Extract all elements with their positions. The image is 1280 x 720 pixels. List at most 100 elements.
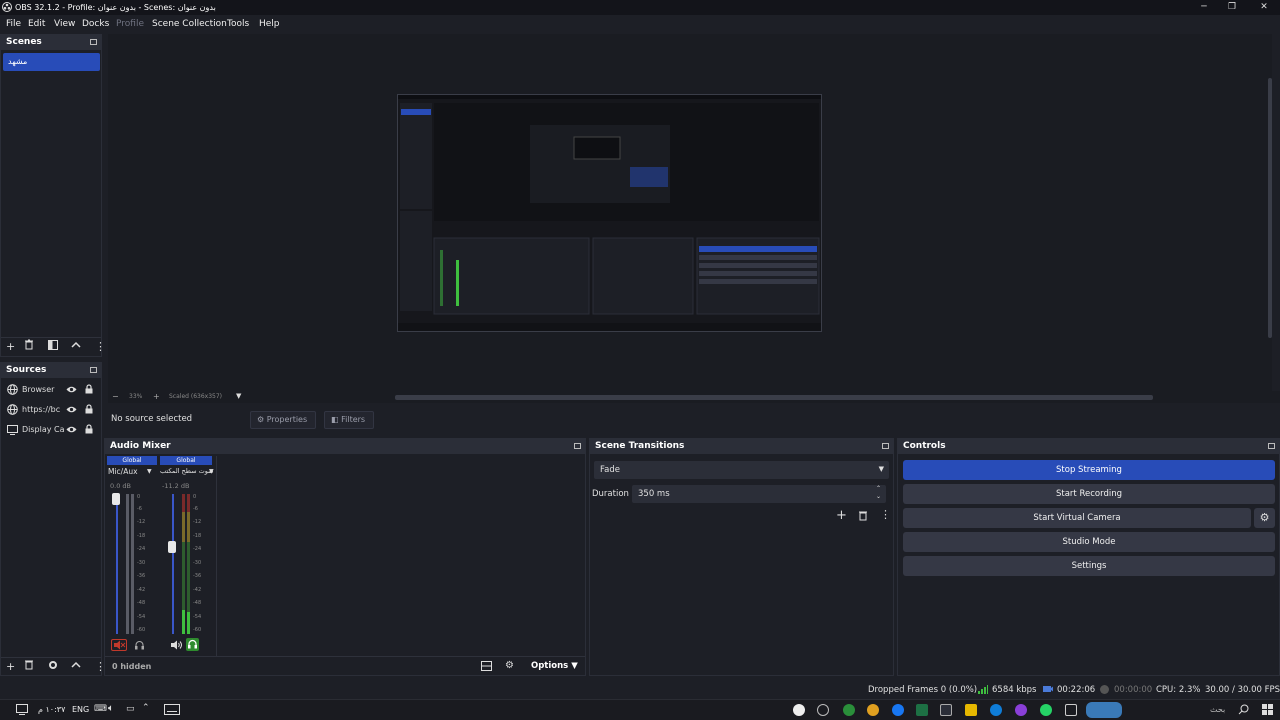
- edge-icon[interactable]: [990, 704, 1002, 716]
- studio-mode-button[interactable]: Studio Mode: [903, 532, 1275, 552]
- chevron-down-icon[interactable]: ▼: [209, 468, 214, 475]
- search-icon[interactable]: [1238, 704, 1249, 715]
- chrome-canary-icon[interactable]: [867, 704, 879, 716]
- obs-taskbar-icon[interactable]: [817, 704, 829, 716]
- channel-name[interactable]: صوت سطح المكتب: [160, 467, 214, 475]
- windows-taskbar: ١٠:٣٧ م ENG ⌨ 🔈︎ ▭ ⌃ بحث: [0, 699, 1280, 720]
- volume-slider-track[interactable]: [116, 494, 118, 634]
- eye-icon[interactable]: [66, 425, 77, 434]
- move-up-icon[interactable]: [71, 660, 81, 670]
- source-item[interactable]: Browser: [1, 381, 101, 399]
- widgets-icon[interactable]: [1086, 702, 1122, 718]
- lock-icon[interactable]: [85, 384, 93, 394]
- battery-icon[interactable]: ▭: [126, 704, 135, 714]
- record-time: 00:00:00: [1114, 685, 1153, 695]
- remove-source-icon[interactable]: [24, 659, 34, 670]
- chevron-up-icon[interactable]: ⌃: [142, 703, 150, 713]
- meter-scale: 0 -6 -12 -18 -24 -30 -36 -42 -48 -54 -60: [193, 494, 202, 633]
- lock-icon[interactable]: [85, 424, 93, 434]
- scene-item[interactable]: مشهد: [3, 53, 100, 71]
- notification-icon[interactable]: [16, 704, 28, 715]
- clock[interactable]: ١٠:٣٧ م: [38, 705, 65, 714]
- layout-toggle-icon[interactable]: [481, 661, 492, 671]
- close-button[interactable]: ✕: [1256, 1, 1272, 14]
- channel-name[interactable]: Mic/Aux: [108, 467, 138, 476]
- menu-view[interactable]: View: [54, 19, 75, 29]
- undock-icon[interactable]: [90, 367, 97, 373]
- menu-docks[interactable]: Docks: [82, 19, 109, 29]
- menu-help[interactable]: Help: [259, 19, 280, 29]
- remove-scene-icon[interactable]: [24, 339, 34, 350]
- store-icon[interactable]: [940, 704, 952, 716]
- whatsapp-icon[interactable]: [1040, 704, 1052, 716]
- undock-icon[interactable]: [574, 443, 581, 449]
- network-icon[interactable]: ⌨: [94, 704, 107, 714]
- zoom-in-button[interactable]: +: [153, 392, 160, 401]
- mixer-channel-mic: Global Mic/Aux ▼ 0.0 dB 0 -6 -12 -18 -24…: [107, 456, 157, 656]
- undock-icon[interactable]: [90, 39, 97, 45]
- remove-transition-icon[interactable]: [858, 510, 868, 521]
- app-icon[interactable]: [1015, 704, 1027, 716]
- duration-field[interactable]: 350 ms ⌃ ⌄: [632, 485, 886, 503]
- language-indicator[interactable]: ENG: [72, 705, 89, 714]
- menu-scene-collection[interactable]: Scene Collection: [152, 19, 227, 29]
- menu-profile[interactable]: Profile: [116, 19, 144, 29]
- source-item[interactable]: https://bc: [1, 401, 101, 419]
- mute-button[interactable]: [111, 639, 127, 651]
- start-recording-button[interactable]: Start Recording: [903, 484, 1275, 504]
- menu-tools[interactable]: Tools: [227, 19, 249, 29]
- undock-icon[interactable]: [1268, 443, 1275, 449]
- options-button[interactable]: Options ▼: [531, 661, 578, 671]
- scenes-dock: Scenes مشهد + ⋮: [0, 34, 106, 357]
- scene-transitions-title: Scene Transitions: [595, 441, 685, 451]
- settings-button[interactable]: Settings: [903, 556, 1275, 576]
- volume-slider-handle[interactable]: [112, 493, 120, 505]
- preview-hscroll[interactable]: [395, 395, 1153, 400]
- file-explorer-icon[interactable]: [965, 704, 977, 716]
- headphones-icon[interactable]: [186, 638, 199, 651]
- taskbar-search[interactable]: بحث: [1210, 705, 1225, 714]
- menu-edit[interactable]: Edit: [28, 19, 45, 29]
- speaker-icon[interactable]: [170, 640, 182, 650]
- steam-icon[interactable]: [793, 704, 805, 716]
- move-up-icon[interactable]: [71, 340, 81, 350]
- start-virtual-camera-button[interactable]: Start Virtual Camera: [903, 508, 1251, 528]
- virtual-camera-settings-gear-icon[interactable]: ⚙: [1254, 508, 1275, 528]
- excel-icon[interactable]: [916, 704, 928, 716]
- restore-button[interactable]: ❐: [1224, 1, 1240, 14]
- eye-icon[interactable]: [66, 385, 77, 394]
- scale-dropdown-icon[interactable]: ▼: [236, 392, 241, 400]
- volume-slider-handle[interactable]: [168, 541, 176, 553]
- add-scene-icon[interactable]: +: [6, 340, 15, 353]
- more-options-icon[interactable]: ⋮: [880, 508, 891, 521]
- monitor-off-icon[interactable]: [134, 640, 145, 651]
- add-source-icon[interactable]: +: [6, 660, 15, 673]
- eye-icon[interactable]: [66, 405, 77, 414]
- add-transition-icon[interactable]: +: [836, 508, 847, 523]
- scene-filters-icon[interactable]: [48, 340, 58, 350]
- more-options-icon[interactable]: ⋮: [95, 340, 106, 353]
- filters-button[interactable]: ◧ Filters: [324, 411, 374, 429]
- volume-icon[interactable]: 🔈︎: [108, 703, 114, 714]
- preview-vscroll[interactable]: [1268, 78, 1272, 338]
- filter-icon: ◧: [331, 415, 339, 424]
- chevron-down-icon[interactable]: ▼: [147, 468, 152, 475]
- keyboard-icon[interactable]: [164, 704, 180, 715]
- volume-slider-track[interactable]: [172, 494, 174, 634]
- transition-select[interactable]: Fade ▼: [594, 461, 889, 479]
- chrome-icon[interactable]: [843, 704, 855, 716]
- source-item[interactable]: Display Ca: [1, 421, 101, 439]
- undock-icon[interactable]: [882, 443, 889, 449]
- stop-streaming-button[interactable]: Stop Streaming: [903, 460, 1275, 480]
- lock-icon[interactable]: [85, 404, 93, 414]
- minimize-button[interactable]: ─: [1196, 1, 1212, 14]
- advanced-audio-icon[interactable]: ⚙: [505, 660, 514, 671]
- properties-button[interactable]: ⚙ Properties: [250, 411, 316, 429]
- task-view-icon[interactable]: [1065, 704, 1077, 716]
- zoom-out-button[interactable]: −: [112, 392, 119, 401]
- windows-start-icon[interactable]: [1262, 704, 1273, 715]
- menu-file[interactable]: File: [6, 19, 21, 29]
- spinner-icon[interactable]: ⌃ ⌄: [876, 485, 881, 501]
- source-properties-icon[interactable]: [48, 660, 58, 670]
- facebook-icon[interactable]: [892, 704, 904, 716]
